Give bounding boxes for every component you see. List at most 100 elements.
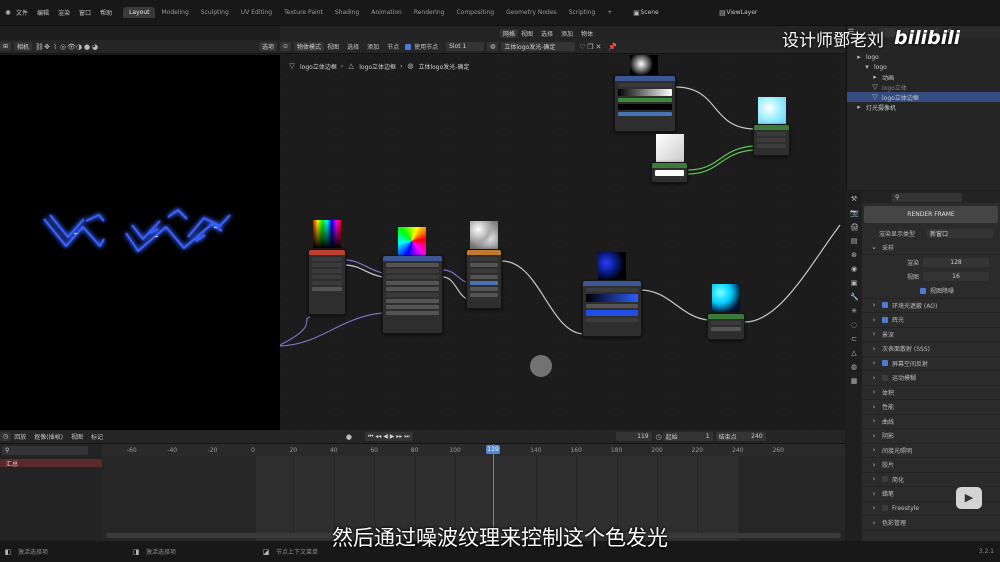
current-frame-field[interactable]: 119 bbox=[615, 432, 652, 441]
material-tab-icon[interactable]: ◍ bbox=[850, 363, 858, 371]
render-section[interactable]: › 环境光遮蔽 (AO) bbox=[862, 299, 1000, 313]
outliner-row[interactable]: ▽ logo立体 bbox=[847, 82, 1000, 92]
sampling-section[interactable]: ⌄ 采样 bbox=[862, 241, 1000, 255]
link-icon[interactable]: ⛓ bbox=[35, 43, 44, 51]
menu-render[interactable]: 渲染 bbox=[58, 8, 70, 17]
node-menu-add[interactable]: 添加 bbox=[367, 42, 379, 51]
constraints-tab-icon[interactable]: ⊂ bbox=[850, 335, 858, 343]
record-icon[interactable]: ● bbox=[345, 433, 353, 441]
denoise-row[interactable]: 视图降噪 bbox=[862, 284, 1000, 299]
timeline-search[interactable]: ⚲ bbox=[2, 446, 88, 455]
node-emission[interactable] bbox=[707, 313, 745, 340]
section-checkbox[interactable] bbox=[882, 360, 888, 367]
render-section[interactable]: › 体积 bbox=[862, 386, 1000, 400]
shading-solid-icon[interactable]: ● bbox=[83, 43, 91, 51]
viewport-3d[interactable] bbox=[0, 55, 280, 430]
texture-tab-icon[interactable]: ▦ bbox=[850, 377, 858, 385]
object-mode-dropdown[interactable]: 物体模式 bbox=[294, 42, 325, 51]
section-checkbox[interactable] bbox=[882, 374, 888, 381]
render-section[interactable]: › 曲线 bbox=[862, 415, 1000, 429]
pin-icon[interactable]: 📌 bbox=[608, 43, 617, 51]
render-section[interactable]: › 胶片 bbox=[862, 458, 1000, 473]
end-frame-field[interactable]: 结束点 240 bbox=[715, 432, 766, 441]
tab-shading[interactable]: Shading bbox=[329, 7, 365, 18]
tab-compositing[interactable]: Compositing bbox=[450, 7, 500, 18]
playhead[interactable] bbox=[493, 444, 494, 534]
obj-menu-select[interactable]: 选择 bbox=[541, 29, 553, 38]
timeline-menu-view[interactable]: 视图 bbox=[71, 432, 83, 441]
render-display-dropdown[interactable]: 新窗口 bbox=[927, 228, 993, 238]
output-tab-icon[interactable]: 🖨 bbox=[850, 223, 859, 231]
tab-rendering[interactable]: Rendering bbox=[408, 7, 451, 18]
node-noise-texture[interactable] bbox=[466, 249, 502, 309]
modifier-tab-icon[interactable]: 🔧 bbox=[850, 293, 859, 301]
render-section[interactable]: › 阴影 bbox=[862, 429, 1000, 444]
options-dropdown[interactable]: 选项 bbox=[258, 42, 277, 51]
menu-file[interactable]: 文件 bbox=[16, 8, 28, 17]
denoise-checkbox[interactable] bbox=[920, 287, 926, 294]
material-name-field[interactable]: 立体logo发光-确定 bbox=[501, 42, 576, 51]
tab-uv-editing[interactable]: UV Editing bbox=[235, 7, 278, 18]
eye-icon[interactable]: 👁 bbox=[67, 43, 76, 51]
overlay-icon[interactable]: ◑ bbox=[75, 43, 83, 51]
render-section[interactable]: › 运动模糊 bbox=[862, 371, 1000, 386]
node-mapping[interactable] bbox=[382, 255, 443, 334]
properties-search[interactable]: ⚲ bbox=[892, 192, 962, 202]
node-menu-node[interactable]: 节点 bbox=[387, 42, 399, 51]
render-section[interactable]: › 辉光 bbox=[862, 313, 1000, 328]
proportional-icon[interactable]: ◎ bbox=[59, 43, 67, 51]
view-layer-name[interactable]: ViewLayer bbox=[726, 9, 757, 16]
node-canvas[interactable]: ▽ logo立体边框 › △ logo立体边框 › ◍ 立体logo发光-确定 bbox=[280, 55, 845, 430]
tab-texture-paint[interactable]: Texture Paint bbox=[278, 7, 329, 18]
viewport-mode-dropdown[interactable]: 相机 bbox=[14, 42, 33, 51]
node-texture-coordinate[interactable] bbox=[308, 249, 346, 315]
world-tab-icon[interactable]: ◉ bbox=[850, 265, 858, 273]
section-checkbox[interactable] bbox=[882, 316, 888, 323]
render-frame-button[interactable]: RENDER FRAME bbox=[864, 206, 998, 223]
render-tab-icon[interactable]: 📷 bbox=[850, 209, 859, 217]
tab-modeling[interactable]: Modeling bbox=[155, 7, 194, 18]
summary-row[interactable]: 汇总 bbox=[0, 459, 102, 468]
object-tab-icon[interactable]: ▣ bbox=[850, 279, 858, 287]
unlink-icon[interactable]: ✕ bbox=[594, 43, 602, 51]
node-menu-view[interactable]: 视图 bbox=[327, 42, 339, 51]
use-nodes-checkbox[interactable] bbox=[405, 43, 412, 50]
material-browse-button[interactable]: ◍ bbox=[487, 42, 499, 51]
fake-user-icon[interactable]: ♡ bbox=[578, 43, 586, 51]
particles-tab-icon[interactable]: ✳ bbox=[850, 307, 858, 315]
slot-dropdown[interactable]: Slot 1 bbox=[446, 42, 485, 51]
section-checkbox[interactable] bbox=[882, 302, 888, 309]
render-samples-field[interactable]: 128 bbox=[923, 257, 989, 267]
outliner-row[interactable]: ▾ logo bbox=[847, 62, 1000, 72]
obj-menu-add[interactable]: 添加 bbox=[561, 29, 573, 38]
render-section[interactable]: › 屏幕空间反射 bbox=[862, 357, 1000, 371]
outliner-row[interactable]: ▸ 灯光摄像机 bbox=[847, 102, 1000, 112]
playback-controls[interactable]: ⏮ ◂◂ ◀ ▶ ▸▸ ⏭ bbox=[364, 432, 413, 441]
render-section[interactable]: › 次表面散射 (SSS) bbox=[862, 342, 1000, 357]
menu-window[interactable]: 窗口 bbox=[79, 8, 91, 17]
obj-menu-view[interactable]: 视图 bbox=[521, 29, 533, 38]
render-section[interactable]: › 性能 bbox=[862, 400, 1000, 415]
node-color-ramp[interactable] bbox=[582, 280, 642, 337]
outliner-row[interactable]: ▸ 动画 bbox=[847, 72, 1000, 82]
tab-animation[interactable]: Animation bbox=[365, 7, 408, 18]
physics-tab-icon[interactable]: ◌ bbox=[850, 321, 858, 329]
node-mix[interactable] bbox=[651, 162, 688, 183]
duplicate-icon[interactable]: ❐ bbox=[586, 43, 594, 51]
start-frame-field[interactable]: 起始 1 bbox=[662, 432, 713, 441]
timeline-type-button[interactable]: ◷ bbox=[0, 432, 12, 441]
render-section[interactable]: › 间接光照明 bbox=[862, 444, 1000, 458]
outliner-row[interactable]: ▸ logo bbox=[847, 52, 1000, 62]
editor-type-button[interactable]: ⊞ bbox=[0, 42, 12, 51]
shading-material-icon[interactable]: ◕ bbox=[91, 43, 99, 51]
clock-icon[interactable]: ◷ bbox=[655, 433, 663, 441]
blender-logo-icon[interactable]: ✺ bbox=[4, 9, 12, 17]
add-workspace-button[interactable]: + bbox=[601, 7, 618, 18]
menu-edit[interactable]: 编辑 bbox=[37, 8, 49, 17]
timeline-menu-playback[interactable]: 回放 bbox=[14, 432, 26, 441]
node-color-ramp-top[interactable] bbox=[614, 75, 676, 132]
node-editor-type-button[interactable]: ⊙ bbox=[280, 42, 292, 51]
tab-sculpting[interactable]: Sculpting bbox=[195, 7, 235, 18]
scene-name[interactable]: Scene bbox=[640, 9, 700, 16]
timeline-menu-marker[interactable]: 标记 bbox=[91, 432, 103, 441]
